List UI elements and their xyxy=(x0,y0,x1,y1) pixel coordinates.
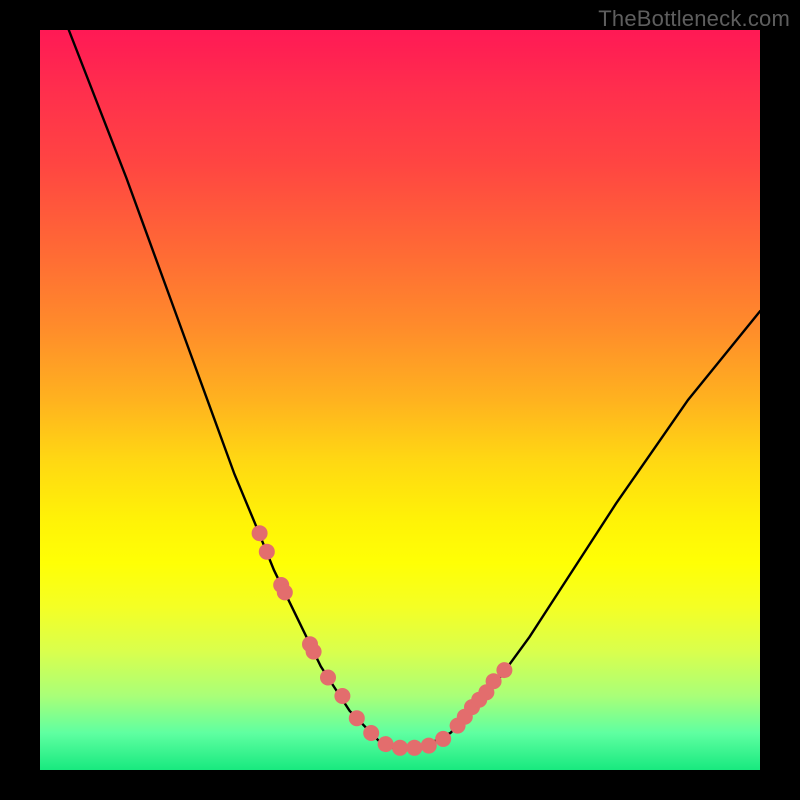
data-marker xyxy=(277,584,293,600)
data-marker xyxy=(334,688,350,704)
marker-group xyxy=(252,525,513,756)
data-marker xyxy=(259,544,275,560)
data-marker xyxy=(252,525,268,541)
bottleneck-curve xyxy=(69,30,760,748)
data-marker xyxy=(349,710,365,726)
data-marker xyxy=(378,736,394,752)
data-marker xyxy=(496,662,512,678)
data-marker xyxy=(320,670,336,686)
data-marker xyxy=(306,644,322,660)
watermark-label: TheBottleneck.com xyxy=(598,6,790,32)
curve-layer xyxy=(40,30,760,770)
data-marker xyxy=(392,740,408,756)
data-marker xyxy=(406,740,422,756)
chart-stage: TheBottleneck.com xyxy=(0,0,800,800)
data-marker xyxy=(435,731,451,747)
data-marker xyxy=(421,738,437,754)
data-marker xyxy=(363,725,379,741)
